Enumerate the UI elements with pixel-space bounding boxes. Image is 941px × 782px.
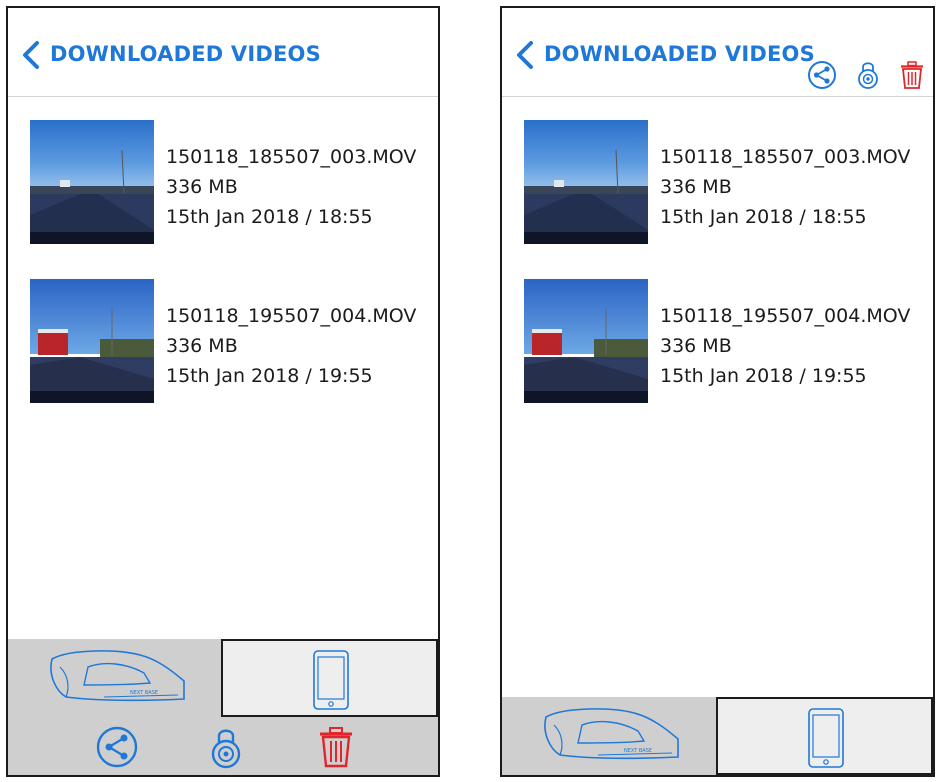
action-bar [8,717,438,775]
tab-dashcam[interactable]: NEXT BASE [8,639,221,717]
video-thumbnail[interactable] [524,279,648,403]
bottom-tab-bar: NEXT BASE [502,697,933,775]
video-filename: 150118_195507_004.MOV [166,305,417,327]
video-list-item[interactable]: 150118_185507_003.MOV 336 MB 15th Jan 20… [524,120,933,244]
lock-icon[interactable] [204,725,248,769]
video-datetime: 15th Jan 2018 / 19:55 [166,365,373,387]
video-filename: 150118_185507_003.MOV [166,146,417,168]
share-icon[interactable] [807,60,837,90]
video-size: 336 MB [660,335,732,357]
video-list-item[interactable]: 150118_185507_003.MOV 336 MB 15th Jan 20… [30,120,438,244]
back-chevron-icon[interactable] [18,40,44,70]
tab-phone[interactable] [715,697,933,775]
video-list-item[interactable]: 150118_195507_004.MOV 336 MB 15th Jan 20… [30,279,438,403]
video-thumbnail[interactable] [524,120,648,244]
page-title: DOWNLOADED VIDEOS [544,42,815,66]
phone-screen-right: DOWNLOADED VIDEOS 150118_185507_003.MOV … [500,6,935,777]
dashcam-icon: NEXT BASE [50,650,185,702]
video-size: 336 MB [166,335,238,357]
page-title: DOWNLOADED VIDEOS [50,42,321,66]
bottom-tab-bar: NEXT BASE [8,639,438,717]
video-datetime: 15th Jan 2018 / 18:55 [166,206,373,228]
video-list-item[interactable]: 150118_195507_004.MOV 336 MB 15th Jan 20… [524,279,933,403]
back-chevron-icon[interactable] [512,40,538,70]
video-thumbnail[interactable] [30,120,154,244]
app-header: DOWNLOADED VIDEOS [502,8,933,97]
phone-icon [313,650,349,710]
share-icon[interactable] [95,725,139,769]
lock-icon[interactable] [853,60,883,90]
video-thumbnail[interactable] [30,279,154,403]
svg-text:NEXT BASE: NEXT BASE [624,748,652,754]
video-meta: 150118_185507_003.MOV 336 MB 15th Jan 20… [166,142,416,232]
svg-text:NEXT BASE: NEXT BASE [130,690,158,696]
video-filename: 150118_195507_004.MOV [660,305,911,327]
video-datetime: 15th Jan 2018 / 19:55 [660,365,867,387]
video-size: 336 MB [660,176,732,198]
dashcam-icon: NEXT BASE [544,708,679,760]
video-meta: 150118_185507_003.MOV 336 MB 15th Jan 20… [660,142,910,232]
tab-phone[interactable] [221,639,438,717]
video-filename: 150118_185507_003.MOV [660,146,911,168]
video-meta: 150118_195507_004.MOV 336 MB 15th Jan 20… [660,301,910,391]
video-meta: 150118_195507_004.MOV 336 MB 15th Jan 20… [166,301,416,391]
app-header: DOWNLOADED VIDEOS [8,8,438,97]
trash-icon[interactable] [897,60,927,90]
video-datetime: 15th Jan 2018 / 18:55 [660,206,867,228]
phone-screen-left: DOWNLOADED VIDEOS 150118_185507_003.MOV [6,6,440,777]
trash-icon[interactable] [314,725,358,769]
video-size: 336 MB [166,176,238,198]
phone-icon [807,708,844,768]
tab-dashcam[interactable]: NEXT BASE [502,697,716,775]
